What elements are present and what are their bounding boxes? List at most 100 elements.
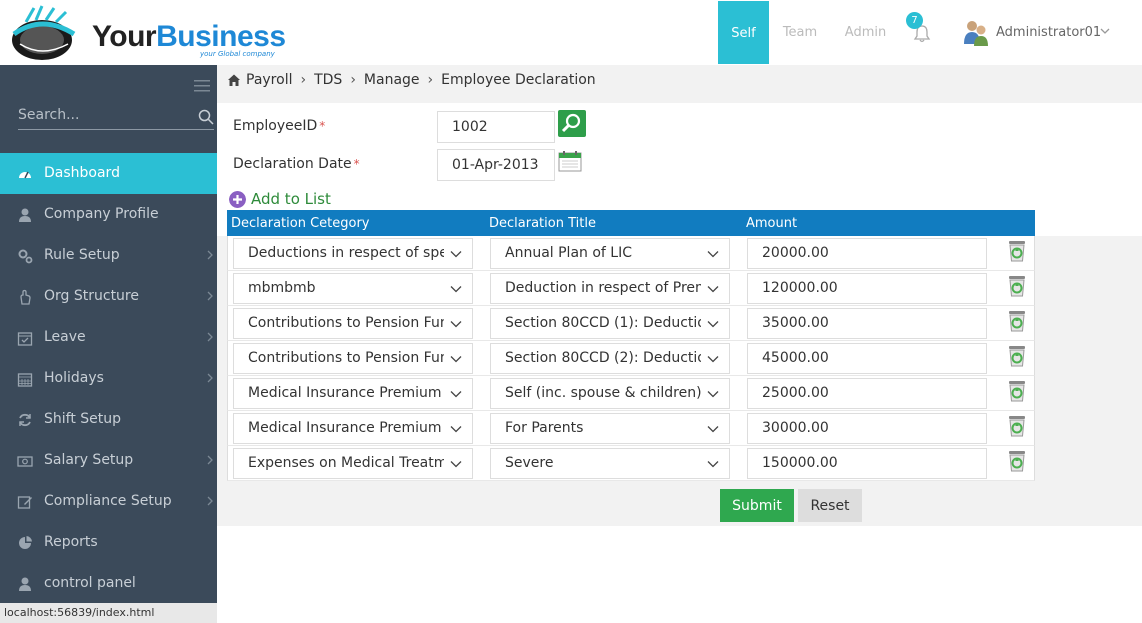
declaration-date-label: Declaration Date * xyxy=(233,156,360,172)
table-row: Expenses on Medical Treatme Severe 150000.… xyxy=(227,446,1035,481)
table-header: Declaration Cetegory Declaration Title A… xyxy=(227,210,1035,236)
sidebar-item-label: Company Profile xyxy=(44,206,159,222)
chevron-right-icon xyxy=(207,250,213,260)
search-icon xyxy=(561,113,581,133)
chevron-down-icon xyxy=(1100,28,1110,34)
declaration-category-select[interactable]: Medical Insurance Premium F xyxy=(233,378,473,409)
sidebar-item-reports[interactable]: Reports xyxy=(0,522,217,563)
sidebar-item-org-structure[interactable]: Org Structure xyxy=(0,276,217,317)
selected-category: Contributions to Pension Fun xyxy=(248,315,444,331)
required-mark: * xyxy=(319,119,326,133)
top-header: YourBusiness your Global company Self Te… xyxy=(0,0,1142,65)
declaration-title-select[interactable]: Section 80CCD (2): Deduction xyxy=(490,343,730,374)
notification-badge[interactable]: 7 xyxy=(906,12,923,29)
search-icon[interactable] xyxy=(198,109,214,125)
nav-tab-team[interactable]: Team xyxy=(772,0,828,63)
declaration-rows: Deductions in respect of spec Annual Plan… xyxy=(227,236,1035,481)
refresh-icon xyxy=(19,413,31,427)
breadcrumb-tds[interactable]: TDS xyxy=(314,72,342,88)
sidebar-item-dashboard[interactable]: Dashboard xyxy=(0,153,217,194)
declaration-category-select[interactable]: mbmbmb xyxy=(233,273,473,304)
hamburger-menu-icon[interactable] xyxy=(194,79,210,93)
table-row: Contributions to Pension Fun Section 80CC… xyxy=(227,306,1035,341)
reset-button[interactable]: Reset xyxy=(798,489,862,522)
amount-input[interactable]: 120000.00 xyxy=(747,273,987,304)
declaration-category-select[interactable]: Expenses on Medical Treatme xyxy=(233,448,473,479)
sidebar-menu: Dashboard Company Profile Rule Setup Org St… xyxy=(0,153,217,604)
chevron-right-icon xyxy=(207,291,213,301)
chevron-down-icon xyxy=(707,251,719,258)
recycle-bin-icon[interactable] xyxy=(1007,344,1027,368)
chevron-down-icon xyxy=(450,461,462,468)
amount-input[interactable]: 20000.00 xyxy=(747,238,987,269)
sidebar-item-rule-setup[interactable]: Rule Setup xyxy=(0,235,217,276)
sidebar-item-shift-setup[interactable]: Shift Setup xyxy=(0,399,217,440)
column-header-amount: Amount xyxy=(746,216,798,231)
chevron-down-icon xyxy=(450,286,462,293)
recycle-bin-icon[interactable] xyxy=(1007,239,1027,263)
recycle-bin-icon[interactable] xyxy=(1007,309,1027,333)
search-employee-button[interactable] xyxy=(558,110,586,137)
table-row: Deductions in respect of spec Annual Plan… xyxy=(227,236,1035,271)
column-header-category: Declaration Cetegory xyxy=(231,216,370,231)
calendar-icon xyxy=(17,373,33,387)
declaration-category-select[interactable]: Contributions to Pension Fun xyxy=(233,343,473,374)
sidebar-item-control-panel[interactable]: control panel xyxy=(0,563,217,604)
breadcrumb-employee-declaration: Employee Declaration xyxy=(441,72,596,88)
nav-tab-self[interactable]: Self xyxy=(718,1,769,64)
sidebar-item-compliance-setup[interactable]: Compliance Setup xyxy=(0,481,217,522)
money-icon xyxy=(17,456,33,467)
amount-input[interactable]: 150000.00 xyxy=(747,448,987,479)
selected-category: Medical Insurance Premium F xyxy=(248,385,444,401)
breadcrumb-payroll[interactable]: Payroll xyxy=(246,72,292,88)
chevron-right-icon xyxy=(207,455,213,465)
declaration-title-select[interactable]: Self (inc. spouse & children) xyxy=(490,378,730,409)
recycle-bin-icon[interactable] xyxy=(1007,449,1027,473)
chevron-down-icon xyxy=(450,391,462,398)
sidebar-item-leave[interactable]: Leave xyxy=(0,317,217,358)
breadcrumb-separator: › xyxy=(350,72,356,88)
company-logo[interactable]: YourBusiness your Global company xyxy=(6,4,286,62)
declaration-title-select[interactable]: For Parents xyxy=(490,413,730,444)
declaration-title-select[interactable]: Severe xyxy=(490,448,730,479)
brand-your: Your xyxy=(92,20,157,53)
user-icon xyxy=(19,577,31,591)
amount-input[interactable]: 25000.00 xyxy=(747,378,987,409)
breadcrumb-manage[interactable]: Manage xyxy=(364,72,420,88)
sidebar-search-input[interactable] xyxy=(18,107,188,123)
table-row: mbmbmb Deduction in respect of Prem 120000… xyxy=(227,271,1035,306)
declaration-category-select[interactable]: Deductions in respect of spec xyxy=(233,238,473,269)
declaration-date-input[interactable]: 01-Apr-2013 xyxy=(437,149,555,181)
sidebar-item-company-profile[interactable]: Company Profile xyxy=(0,194,217,235)
declaration-category-select[interactable]: Medical Insurance Premium F xyxy=(233,413,473,444)
avatar-icon xyxy=(964,21,988,46)
employee-id-input[interactable]: 1002 xyxy=(437,111,555,143)
declaration-title-select[interactable]: Deduction in respect of Prem xyxy=(490,273,730,304)
user-icon xyxy=(19,208,31,222)
calendar-icon[interactable] xyxy=(558,150,582,172)
sidebar-item-salary-setup[interactable]: Salary Setup xyxy=(0,440,217,481)
nav-tab-admin[interactable]: Admin xyxy=(838,0,893,63)
sidebar-item-label: Reports xyxy=(44,534,98,550)
amount-input[interactable]: 35000.00 xyxy=(747,308,987,339)
sidebar-item-label: Shift Setup xyxy=(44,411,122,427)
sidebar-search xyxy=(18,105,214,130)
recycle-bin-icon[interactable] xyxy=(1007,274,1027,298)
submit-button[interactable]: Submit xyxy=(720,489,794,522)
globe-logo-icon xyxy=(12,5,76,60)
employee-id-label: EmployeeID * xyxy=(233,118,326,134)
chevron-down-icon xyxy=(707,426,719,433)
recycle-bin-icon[interactable] xyxy=(1007,379,1027,403)
declaration-title-select[interactable]: Annual Plan of LIC xyxy=(490,238,730,269)
chevron-down-icon xyxy=(707,321,719,328)
home-icon[interactable] xyxy=(227,73,241,87)
sidebar-item-holidays[interactable]: Holidays xyxy=(0,358,217,399)
amount-input[interactable]: 30000.00 xyxy=(747,413,987,444)
declaration-title-select[interactable]: Section 80CCD (1): Deduction xyxy=(490,308,730,339)
brand-tagline: your Global company xyxy=(200,50,275,58)
pie-chart-icon xyxy=(19,536,32,549)
recycle-bin-icon[interactable] xyxy=(1007,414,1027,438)
amount-input[interactable]: 45000.00 xyxy=(747,343,987,374)
declaration-category-select[interactable]: Contributions to Pension Fun xyxy=(233,308,473,339)
selected-title: Annual Plan of LIC xyxy=(505,245,632,261)
